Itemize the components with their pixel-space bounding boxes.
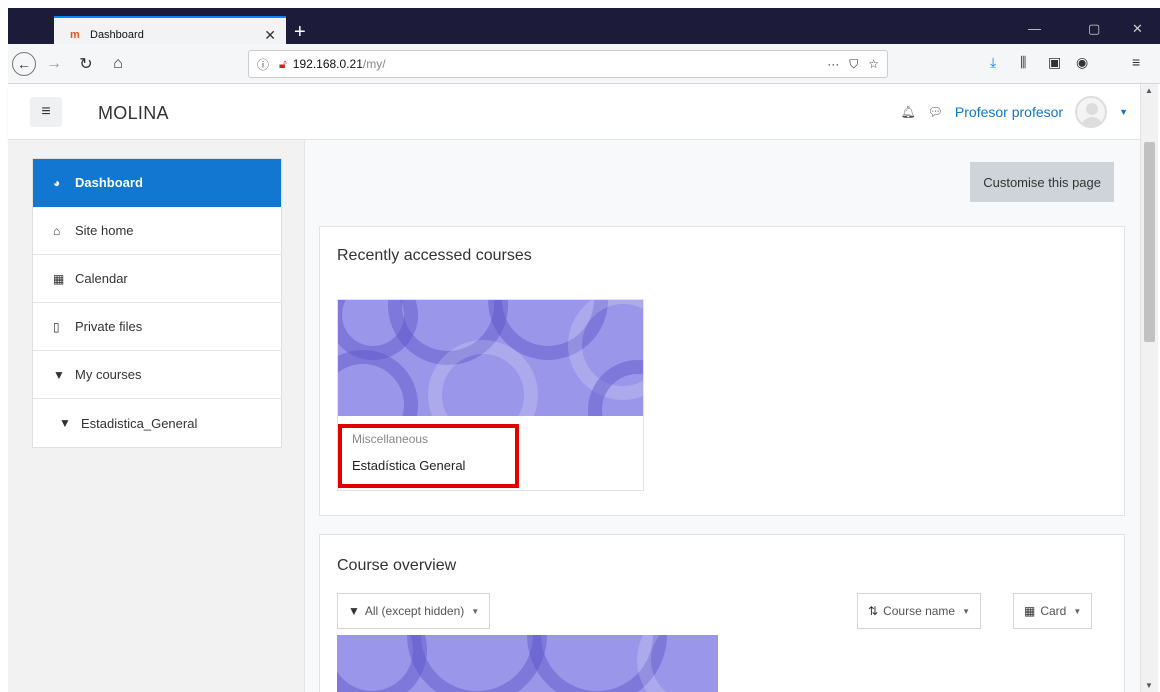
course-category: Miscellaneous [352,432,429,446]
site-brand[interactable]: MOLINA [98,103,169,124]
chevron-down-icon: ▼ [471,606,480,616]
sidebar-item-site-home[interactable]: ⌂ Site home [33,207,281,255]
course-name-link[interactable]: Estadística General [352,458,465,473]
moodle-favicon-icon: m [70,29,80,41]
scroll-up-icon[interactable]: ▲ [1145,86,1153,95]
home-icon[interactable]: ⌂ [106,52,130,76]
sort-icon: ⇅ [868,604,879,618]
reload-icon[interactable]: ↻ [74,52,98,76]
customise-page-button[interactable]: Customise this page [970,162,1114,202]
home-icon: ⌂ [53,223,61,238]
scroll-down-icon[interactable]: ▼ [1145,681,1153,690]
browser-titlebar: m Dashboard ✕ + — ▢ ✕ [8,8,1160,52]
close-window-icon[interactable]: ✕ [1132,21,1143,37]
bookmark-star-icon[interactable]: ☆ [868,57,879,72]
minimize-icon[interactable]: — [1028,21,1041,36]
download-icon[interactable]: ⤓ [990,54,996,71]
site-header: ≡ MOLINA 🔔︎ 💬︎ Profesor profesor ▼ [8,84,1140,140]
view-dropdown[interactable]: ▦ Card ▼ [1013,593,1093,629]
recent-courses-title: Recently accessed courses [337,247,532,264]
browser-navbar: ← → ↻ ⌂ ⓘ 🔓︎ 192.168.0.21 /my/ ··· ⛉ ☆ ⤓… [8,44,1160,84]
sidebar-item-my-courses[interactable]: ▼ My courses [33,351,281,399]
url-host: 192.168.0.21 [292,57,363,71]
sidebar-item-dashboard[interactable]: ◕ Dashboard [33,159,281,207]
course-image[interactable] [337,635,718,692]
pocket-icon[interactable]: ⛉ [849,57,858,72]
main-region: Customise this page Recently accessed co… [304,140,1140,692]
calendar-icon: ▦ [53,271,65,286]
browser-menu-icon[interactable]: ≡ [1132,54,1140,70]
file-icon: ▯ [53,319,60,334]
sort-dropdown[interactable]: ⇅ Course name ▼ [857,593,982,629]
filter-dropdown[interactable]: ▼ All (except hidden) ▼ [337,593,491,629]
page-actions-icon[interactable]: ··· [827,57,839,72]
back-arrow-icon[interactable]: ← [12,52,36,76]
scroll-thumb[interactable] [1144,142,1155,342]
insecure-lock-icon[interactable]: 🔓︎ [279,57,287,72]
course-card[interactable]: Miscellaneous Estadística General [337,299,644,491]
nav-drawer: ◕ Dashboard ⌂ Site home ▦ Calendar ▯ Pri… [32,158,282,448]
course-overview-title: Course overview [337,557,457,574]
dashboard-icon: ◕ [53,175,61,190]
maximize-icon[interactable]: ▢ [1088,21,1100,37]
chevron-down-icon[interactable]: ▼ [1119,107,1128,117]
page-scrollbar[interactable]: ▲ ▼ [1140,84,1158,692]
graduation-cap-icon: ▼ [59,416,71,430]
sidebar-item-calendar[interactable]: ▦ Calendar [33,255,281,303]
graduation-cap-icon: ▼ [53,367,65,382]
messages-icon[interactable]: 💬︎ [928,105,943,119]
grid-icon: ▦ [1024,604,1036,618]
notification-bell-icon[interactable]: 🔔︎ [900,105,915,119]
library-icon[interactable]: ⫼ [1020,54,1026,71]
sidebar-item-private-files[interactable]: ▯ Private files [33,303,281,351]
sidebar-item-course[interactable]: ▼ Estadistica_General [33,399,281,447]
info-icon[interactable]: ⓘ [257,56,269,73]
tab-close-icon[interactable]: ✕ [264,27,276,44]
filter-icon: ▼ [348,604,360,618]
recent-courses-block: Recently accessed courses Miscellaneous … [319,226,1125,516]
account-icon[interactable]: ◉ [1076,54,1088,71]
url-path: /my/ [362,57,386,71]
sidebar-toggle-icon[interactable]: ▣ [1048,54,1061,71]
page-body: ◕ Dashboard ⌂ Site home ▦ Calendar ▯ Pri… [8,140,1140,692]
course-overview-block: Course overview ▼ All (except hidden) ▼ … [319,534,1125,692]
user-name[interactable]: Profesor profesor [955,104,1063,120]
chevron-down-icon: ▼ [1073,606,1082,616]
avatar[interactable] [1075,96,1108,128]
course-image[interactable] [338,300,643,416]
address-bar[interactable]: ⓘ 🔓︎ 192.168.0.21 /my/ ··· ⛉ ☆ [248,50,888,78]
new-tab-icon[interactable]: + [294,20,306,44]
chevron-down-icon: ▼ [962,606,971,616]
tab-title: Dashboard [90,29,144,41]
hamburger-menu-icon[interactable]: ≡ [30,97,62,127]
forward-arrow-icon[interactable]: → [42,52,66,76]
